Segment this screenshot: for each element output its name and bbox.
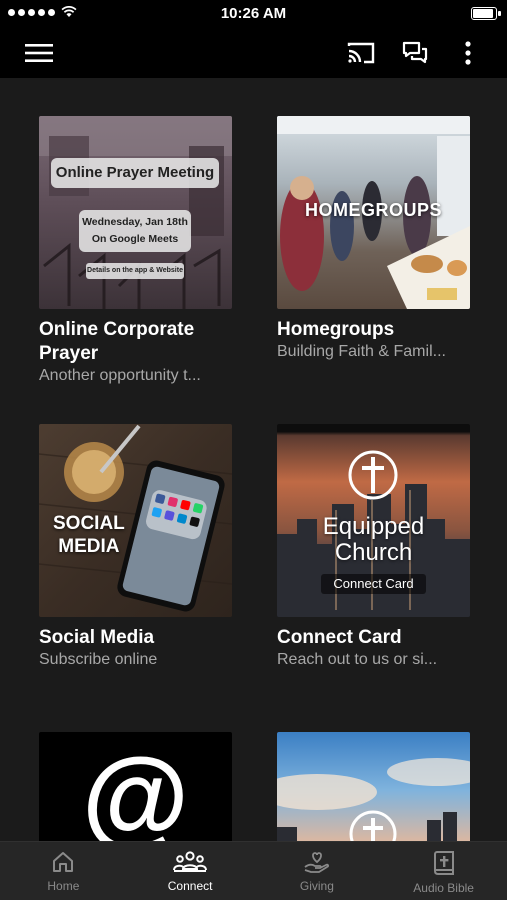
image-line-2: MEDIA [58,536,120,557]
card-subtitle: Another opportunity t... [39,367,201,384]
tab-label: Connect [167,879,213,893]
image-date-box: Wednesday, Jan 18th On Google Meets [79,210,191,252]
status-bar: 10:26 AM [0,0,507,28]
image-note: Details on the app & Website [86,263,184,279]
card-image-connect-card: Equipped Church Connect Card [277,424,470,617]
tab-giving[interactable]: Giving [254,842,381,900]
image-line-1: SOCIAL [53,513,125,534]
card-subtitle: Reach out to us or si... [277,651,438,668]
image-overlay-text: SOCIAL MEDIA [53,512,125,558]
card-subtitle: Subscribe online [39,651,158,668]
tab-connect[interactable]: Connect [127,842,254,900]
connect-content: Online Prayer Meeting Wednesday, Jan 18t… [0,78,507,841]
card-image-online-prayer: Online Prayer Meeting Wednesday, Jan 18t… [39,116,232,309]
chat-icon[interactable] [393,28,437,78]
card-image-at-symbol: @ [39,732,232,841]
image-overlay-text: HOMEGROUPS [304,200,442,220]
image-caption: Connect Card [321,574,426,594]
people-icon [173,851,208,872]
app-bar [0,28,507,78]
image-heading: Online Prayer Meeting [51,158,219,188]
bottom-tab-bar: Home Connect Giving Audio Bible [0,841,507,900]
tab-audio-bible[interactable]: Audio Bible [380,842,507,900]
hamburger-menu-icon[interactable] [17,28,61,78]
image-brand-text: Equipped Church [277,514,470,566]
status-time: 10:26 AM [220,5,287,22]
card-sky[interactable] [277,732,470,841]
more-vertical-icon[interactable] [446,28,490,78]
battery-icon [471,7,501,20]
card-subtitle: Building Faith & Famil... [277,343,446,360]
card-homegroups[interactable]: HOMEGROUPS Homegroups Building Faith & F… [277,116,470,362]
image-platform: On Google Meets [91,233,179,245]
card-image-sky [277,732,470,841]
card-title: Online Corporate Prayer [39,319,195,364]
card-image-social-media: SOCIAL MEDIA [39,424,232,617]
giving-hand-heart-icon [304,852,329,873]
sky-photo [277,758,470,841]
card-image-homegroups: HOMEGROUPS [277,116,470,309]
bible-icon [433,851,454,875]
card-title: Connect Card [277,627,402,648]
card-title: Social Media [39,627,155,648]
card-title: Homegroups [277,319,395,340]
at-icon: @ [81,736,190,842]
image-line-2: Church [334,539,413,566]
card-contact[interactable]: @ [39,732,232,841]
card-online-corporate-prayer[interactable]: Online Prayer Meeting Wednesday, Jan 18t… [39,116,232,386]
tab-label: Giving [299,879,334,893]
card-social-media[interactable]: SOCIAL MEDIA Social Media Subscribe onli… [39,424,232,670]
tab-label: Home [47,879,80,893]
image-line-1: Equipped [322,513,425,540]
card-connect-card[interactable]: Equipped Church Connect Card Connect Car… [277,424,470,670]
tab-home[interactable]: Home [0,842,127,900]
image-date: Wednesday, Jan 18th [82,216,188,228]
tab-label: Audio Bible [413,881,474,895]
home-icon [53,852,74,872]
cast-icon[interactable] [339,28,383,78]
